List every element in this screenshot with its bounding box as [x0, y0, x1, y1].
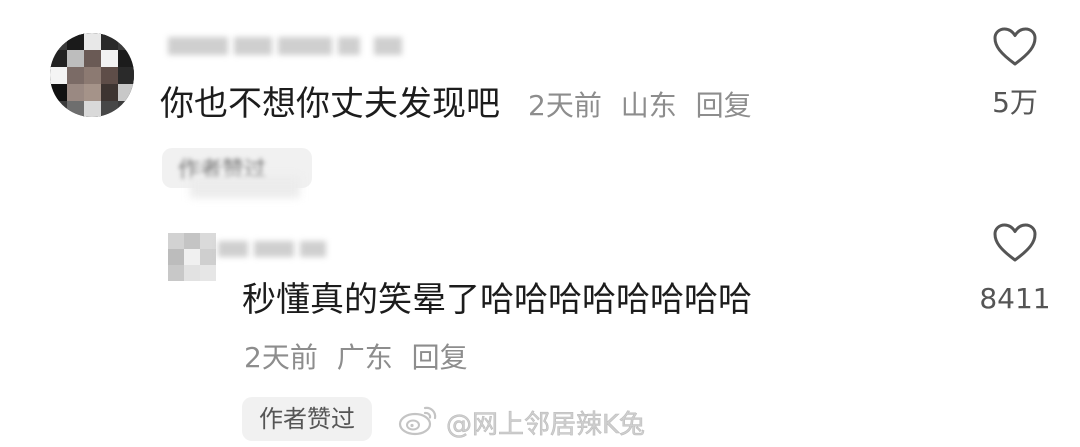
- reply-time: 2天前: [244, 341, 318, 374]
- weibo-logo-icon: [398, 404, 438, 440]
- reply-username-blurred[interactable]: [218, 238, 338, 260]
- author-liked-badge: 作者赞过: [242, 397, 372, 441]
- like-button[interactable]: 5万: [984, 26, 1046, 120]
- reply-like-button[interactable]: 8411: [979, 222, 1051, 316]
- reply-location: 广东: [336, 341, 393, 374]
- like-count: 5万: [992, 86, 1038, 119]
- reply-meta: 2天前 广东 回复: [244, 338, 478, 378]
- blurred-region: [190, 176, 300, 198]
- comment-location: 山东: [620, 89, 677, 122]
- reply-text: 秒懂真的笑晕了哈哈哈哈哈哈哈哈: [242, 280, 752, 320]
- comment-text: 你也不想你丈夫发现吧: [160, 84, 500, 124]
- avatar[interactable]: [50, 33, 134, 117]
- heart-outline-icon[interactable]: [984, 222, 1046, 264]
- reply-button[interactable]: 回复: [412, 341, 468, 374]
- watermark-text: @网上邻居辣K兔: [446, 409, 646, 440]
- reply-avatar[interactable]: [168, 233, 216, 281]
- reply-like-count: 8411: [979, 282, 1051, 315]
- watermark: @网上邻居辣K兔: [398, 403, 645, 441]
- username-blurred[interactable]: [168, 33, 408, 59]
- heart-outline-icon[interactable]: [984, 26, 1046, 68]
- comment-time: 2天前: [528, 89, 602, 122]
- comment-meta: 2天前 山东 回复: [528, 86, 762, 126]
- reply-button[interactable]: 回复: [696, 89, 752, 122]
